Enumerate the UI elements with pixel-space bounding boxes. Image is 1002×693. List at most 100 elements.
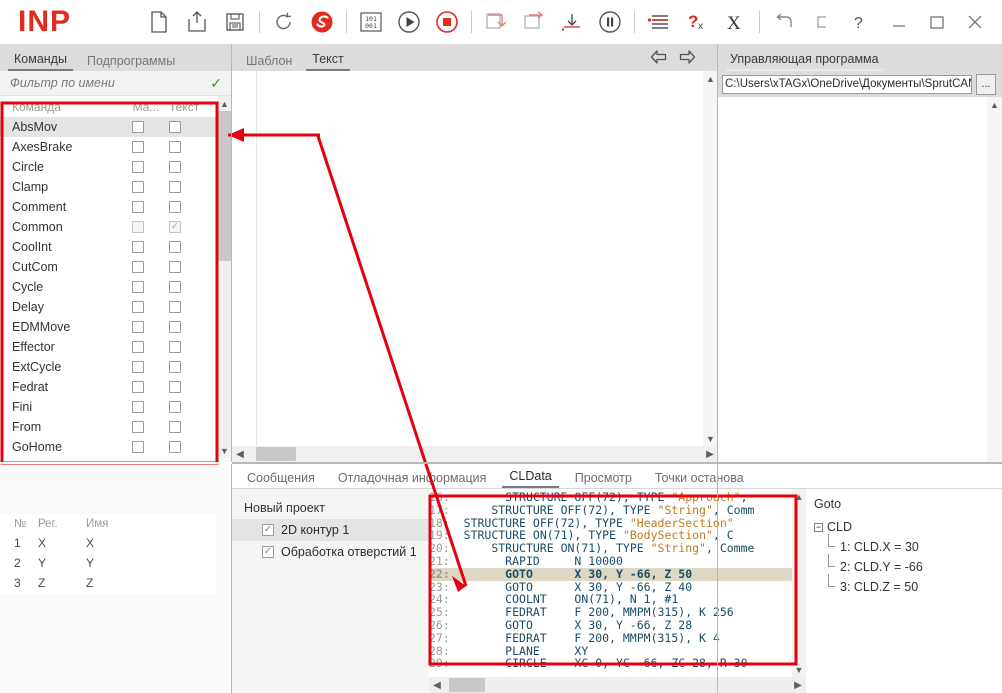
cldata-hscroll-right-icon[interactable]: ▶ <box>790 677 806 693</box>
command-row-cycle[interactable]: Cycle <box>0 277 217 297</box>
mask-checkbox[interactable] <box>132 441 144 453</box>
help-icon[interactable]: ? <box>841 3 879 41</box>
step-over-icon[interactable] <box>515 3 553 41</box>
cldata-code-listing[interactable]: 16: STRUCTURE OFF(72), TYPE "Approach",1… <box>429 489 792 677</box>
back-arrow-icon[interactable] <box>765 3 803 41</box>
cld-child-node[interactable]: 1: CLD.X = 30 <box>814 537 1002 557</box>
editor-scroll-track[interactable] <box>703 86 718 431</box>
command-row-coolint[interactable]: CoolInt <box>0 237 217 257</box>
command-row-clamp[interactable]: Clamp <box>0 177 217 197</box>
tab-subprograms[interactable]: Подпрограммы <box>81 54 181 71</box>
text-checkbox[interactable] <box>169 441 181 453</box>
hscroll-thumb[interactable] <box>256 447 296 461</box>
step-out-icon[interactable] <box>553 3 591 41</box>
text-checkbox[interactable] <box>169 161 181 173</box>
nav-next-icon[interactable] <box>679 49 696 68</box>
text-checkbox-cell[interactable] <box>161 281 217 293</box>
text-checkbox-cell[interactable] <box>161 241 217 253</box>
text-checkbox-cell[interactable]: ✓ <box>161 221 217 233</box>
text-checkbox-cell[interactable] <box>161 321 217 333</box>
cldata-vertical-scrollbar[interactable]: ▲ ▼ <box>792 489 806 677</box>
new-file-icon[interactable] <box>140 3 178 41</box>
text-checkbox[interactable] <box>169 241 181 253</box>
command-row-from[interactable]: From <box>0 417 217 437</box>
mask-checkbox-cell[interactable] <box>115 241 161 253</box>
mask-checkbox[interactable] <box>132 181 144 193</box>
cldata-horizontal-scrollbar[interactable]: ◀ ▶ <box>429 677 806 693</box>
command-row-fini[interactable]: Fini <box>0 397 217 417</box>
hscroll-left-icon[interactable]: ◀ <box>232 446 248 462</box>
scroll-down-icon[interactable]: ▼ <box>217 443 232 458</box>
list-lines-icon[interactable] <box>640 3 678 41</box>
mask-checkbox-cell[interactable] <box>115 301 161 313</box>
hscroll-track[interactable] <box>248 446 702 462</box>
mask-checkbox[interactable] <box>132 401 144 413</box>
program-scroll-up-icon[interactable]: ▲ <box>987 97 1002 112</box>
reload-icon[interactable] <box>265 3 303 41</box>
cldata-hscroll-left-icon[interactable]: ◀ <box>429 677 445 693</box>
text-checkbox-cell[interactable] <box>161 121 217 133</box>
mask-checkbox-cell[interactable] <box>115 401 161 413</box>
mask-checkbox[interactable] <box>132 381 144 393</box>
text-checkbox-cell[interactable] <box>161 421 217 433</box>
maximize-button[interactable] <box>918 3 956 41</box>
cldata-hscroll-track[interactable] <box>445 677 790 693</box>
mask-checkbox-cell[interactable] <box>115 261 161 273</box>
step-into-icon[interactable] <box>477 3 515 41</box>
text-editor[interactable]: ▲ ▼ <box>232 71 718 446</box>
mask-checkbox[interactable] <box>132 421 144 433</box>
command-row-effector[interactable]: Effector <box>0 337 217 357</box>
project-tree-item[interactable]: ✓2D контур 1 <box>232 519 429 541</box>
text-checkbox[interactable] <box>169 421 181 433</box>
cldata-scroll-up-icon[interactable]: ▲ <box>792 489 807 504</box>
scroll-thumb[interactable] <box>218 111 231 261</box>
tab-commands[interactable]: Команды <box>8 52 73 71</box>
text-checkbox[interactable] <box>169 181 181 193</box>
mask-checkbox[interactable] <box>132 361 144 373</box>
mask-checkbox[interactable] <box>132 141 144 153</box>
text-checkbox[interactable] <box>169 261 181 273</box>
run-icon[interactable] <box>390 3 428 41</box>
mask-checkbox[interactable] <box>132 321 144 333</box>
text-checkbox[interactable] <box>169 321 181 333</box>
mask-checkbox[interactable] <box>132 121 144 133</box>
mask-checkbox-cell[interactable] <box>115 121 161 133</box>
mask-checkbox-cell[interactable] <box>115 381 161 393</box>
cld-child-node[interactable]: 2: CLD.Y = -66 <box>814 557 1002 577</box>
command-row-comment[interactable]: Comment <box>0 197 217 217</box>
cldata-scroll-down-icon[interactable]: ▼ <box>792 662 807 677</box>
mask-checkbox[interactable] <box>132 161 144 173</box>
cld-root-node[interactable]: − CLD <box>814 517 1002 537</box>
tab-breakpoints[interactable]: Точки останова <box>648 471 751 488</box>
program-output-area[interactable]: ▲ ▼ <box>718 97 1002 484</box>
text-checkbox[interactable] <box>169 361 181 373</box>
minimize-button[interactable] <box>880 3 918 41</box>
mask-checkbox[interactable] <box>132 201 144 213</box>
mask-checkbox-cell[interactable] <box>115 161 161 173</box>
command-row-gohome[interactable]: GoHome <box>0 437 217 457</box>
tab-debug-info[interactable]: Отладочная информация <box>331 471 494 488</box>
bracket-icon[interactable] <box>803 3 841 41</box>
command-row-fedrat[interactable]: Fedrat <box>0 377 217 397</box>
operation-checkbox[interactable]: ✓ <box>262 524 274 536</box>
sprutcam-logo-icon[interactable] <box>303 3 341 41</box>
text-checkbox-cell[interactable] <box>161 401 217 413</box>
cldata-scroll-track[interactable] <box>792 504 807 662</box>
query-variable-icon[interactable]: ?x <box>678 3 716 41</box>
command-row-extcycle[interactable]: ExtCycle <box>0 357 217 377</box>
register-row[interactable]: 2YY <box>0 553 216 573</box>
text-checkbox-cell[interactable] <box>161 341 217 353</box>
editor-text-area[interactable] <box>257 71 703 446</box>
text-checkbox-cell[interactable] <box>161 301 217 313</box>
scroll-track[interactable] <box>217 111 232 443</box>
text-checkbox[interactable] <box>169 141 181 153</box>
nav-prev-icon[interactable] <box>650 49 667 68</box>
hscroll-right-icon[interactable]: ▶ <box>702 446 718 462</box>
program-path-input[interactable]: C:\Users\xTAGx\OneDrive\Документы\SprutC… <box>722 75 972 94</box>
mask-checkbox-cell[interactable] <box>115 141 161 153</box>
text-checkbox[interactable] <box>169 121 181 133</box>
scroll-up-icon[interactable]: ▲ <box>217 96 232 111</box>
text-checkbox[interactable] <box>169 301 181 313</box>
close-x-icon[interactable]: X <box>716 3 754 41</box>
editor-scroll-down-icon[interactable]: ▼ <box>703 431 718 446</box>
